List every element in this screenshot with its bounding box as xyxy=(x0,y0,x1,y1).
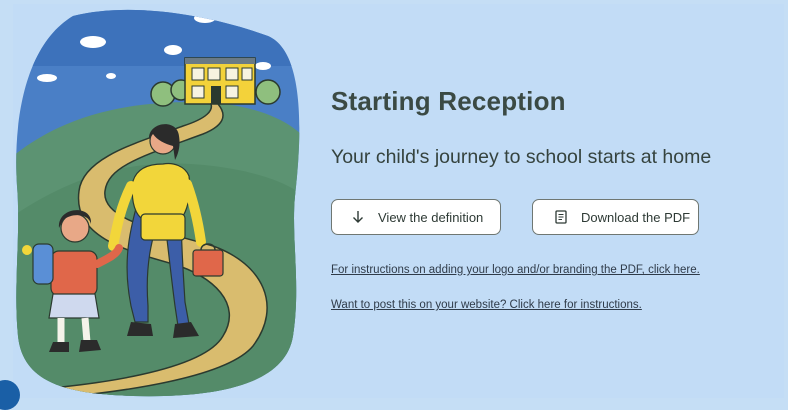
view-definition-button[interactable]: View the definition xyxy=(331,199,501,235)
download-pdf-button[interactable]: Download the PDF xyxy=(532,199,699,235)
document-icon xyxy=(553,209,569,225)
download-pdf-label: Download the PDF xyxy=(581,209,691,225)
arrow-down-icon xyxy=(350,209,366,225)
main-content: Starting Reception Your child's journey … xyxy=(331,0,781,398)
school-journey-illustration xyxy=(16,9,300,397)
view-definition-label: View the definition xyxy=(378,209,484,225)
page-title: Starting Reception xyxy=(331,86,566,116)
page-subtitle: Your child's journey to school starts at… xyxy=(331,146,712,168)
website-instructions-link[interactable]: Want to post this on your website? Click… xyxy=(331,299,642,311)
branding-instructions-link[interactable]: For instructions on adding your logo and… xyxy=(331,264,700,276)
